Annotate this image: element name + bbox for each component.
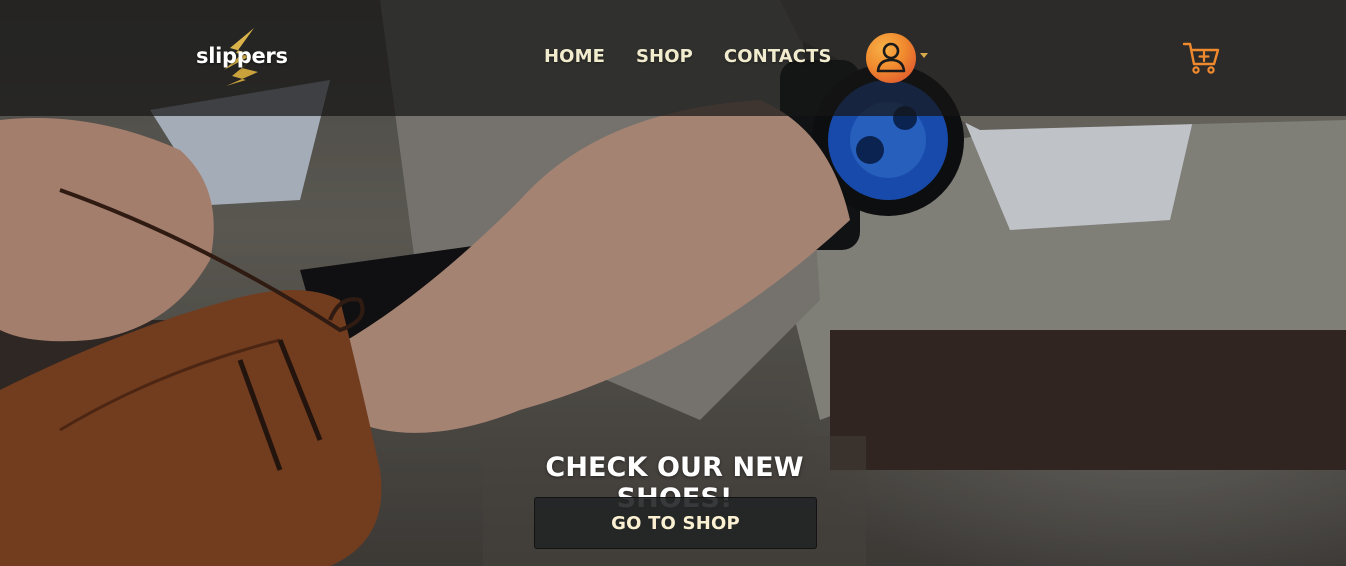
shopping-cart-add-icon xyxy=(1182,42,1220,74)
caret-down-icon xyxy=(920,53,928,58)
account-menu-button[interactable] xyxy=(866,33,932,83)
hero-cta-panel: CHECK OUR NEW SHOES! GO TO SHOP xyxy=(483,436,866,566)
top-navbar: slippers HOME SHOP CONTACTS xyxy=(0,0,1346,116)
main-navigation: HOME SHOP CONTACTS xyxy=(544,46,832,67)
user-icon xyxy=(876,42,906,73)
nav-link-contacts[interactable]: CONTACTS xyxy=(724,46,832,67)
nav-link-shop[interactable]: SHOP xyxy=(636,46,693,67)
avatar xyxy=(866,33,916,83)
cart-button[interactable] xyxy=(1182,40,1222,76)
brand-name: slippers xyxy=(196,44,288,68)
nav-link-home[interactable]: HOME xyxy=(544,46,605,67)
go-to-shop-button[interactable]: GO TO SHOP xyxy=(534,497,817,549)
brand-logo[interactable]: slippers xyxy=(196,26,288,90)
